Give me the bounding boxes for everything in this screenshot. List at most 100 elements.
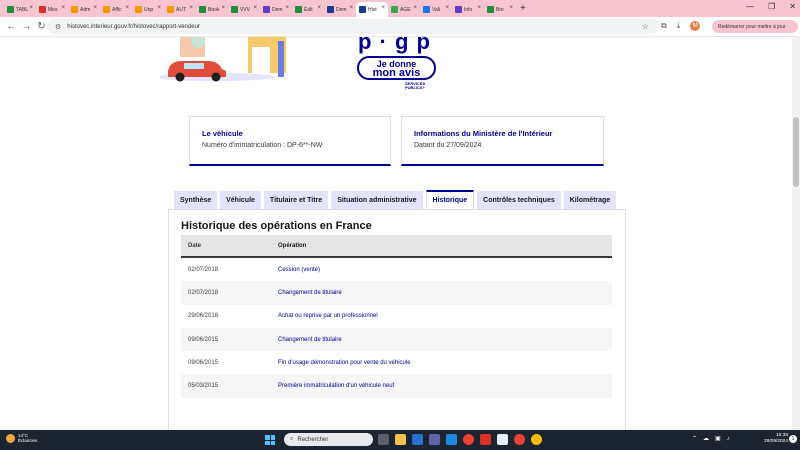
tab-close-icon[interactable]: × <box>253 5 257 11</box>
downloads-icon[interactable]: ⤓ <box>677 21 681 31</box>
tab-label: Bre <box>496 6 504 13</box>
tab-close-icon[interactable]: × <box>189 5 193 11</box>
report-tab[interactable]: Kilométrage <box>563 191 617 209</box>
ministry-card-text: Datant du 27/09/2024 <box>414 142 482 149</box>
browser-tab[interactable]: Affic × <box>100 2 132 17</box>
browser-tab[interactable]: Vali × <box>420 2 452 17</box>
sp-line2: PUBLICS <box>405 85 423 90</box>
tab-close-icon[interactable]: × <box>317 5 321 11</box>
chrome-icon[interactable] <box>463 434 474 445</box>
page-scrollbar[interactable] <box>792 37 800 430</box>
windows-start-icon[interactable] <box>265 435 275 445</box>
taskbar-search[interactable]: ⌕ Rechercher <box>284 433 373 446</box>
browser-tab[interactable]: Mes × <box>36 2 68 17</box>
bookmark-star-icon[interactable]: ☆ <box>642 22 649 31</box>
report-tab[interactable]: Situation administrative <box>331 191 423 209</box>
tab-close-icon[interactable]: × <box>93 5 97 11</box>
forward-icon[interactable]: → <box>19 21 34 32</box>
tab-close-icon[interactable]: × <box>157 5 161 11</box>
table-row: 02/07/2018 Changement de titulaire <box>181 281 612 305</box>
tray-chevron-icon[interactable]: ⌃ <box>692 435 697 442</box>
browser-tab[interactable]: VVV × <box>228 2 260 17</box>
tab-close-icon[interactable]: × <box>221 5 225 11</box>
tab-close-icon[interactable]: × <box>125 5 129 11</box>
history-table: Date Opération 02/07/2018 Cession (vente)… <box>181 235 612 398</box>
tab-label: Vali <box>432 6 440 13</box>
table-row: 02/07/2018 Cession (vente) <box>181 258 612 282</box>
close-window-icon[interactable]: ✕ <box>789 2 796 11</box>
acrobat-icon[interactable] <box>480 434 491 445</box>
weather-desc: Éclaircies <box>18 438 38 443</box>
weather-widget[interactable]: 14°C Éclaircies <box>6 433 37 443</box>
browser-tab-strip: TABL × Mes × Adm × Affic × Unp × AUT × Book × VVV × Dem ×… <box>0 0 800 17</box>
report-tab[interactable]: Contrôles techniques <box>477 191 561 209</box>
browser-tab[interactable]: Édit × <box>292 2 324 17</box>
back-icon[interactable]: ← <box>4 21 19 32</box>
browser-tab[interactable]: AGE × <box>388 2 420 17</box>
system-tray: ⌃ ☁ ▣ ♪ <box>692 435 730 443</box>
report-tab[interactable]: Historique <box>425 190 475 209</box>
browser-tab[interactable]: Dem × <box>260 2 292 17</box>
tab-favicon-icon <box>359 6 366 13</box>
jdma-line2: mon avis <box>372 67 421 79</box>
tab-close-icon[interactable]: × <box>477 5 481 11</box>
history-table-header: Date Opération <box>181 235 612 258</box>
maximize-icon[interactable]: ❐ <box>768 2 775 11</box>
network-icon[interactable]: ▣ <box>715 435 721 442</box>
tab-close-icon[interactable]: × <box>349 5 353 11</box>
browser-tab[interactable]: Book × <box>196 2 228 17</box>
tab-close-icon[interactable]: × <box>61 5 65 11</box>
sp-plus: + <box>422 85 425 90</box>
restart-update-button[interactable]: Redémarrer pour mettre à jour <box>712 20 798 33</box>
browser-tab[interactable]: Info × <box>452 2 484 17</box>
address-bar[interactable]: ⚙ histovec.interieur.gouv.fr/histovec/ra… <box>47 19 659 34</box>
report-tab[interactable]: Synthèse <box>174 191 218 209</box>
tab-favicon-icon <box>71 6 78 13</box>
tab-label: Mes <box>48 6 58 13</box>
je-donne-mon-avis-button[interactable]: Je donne mon avis <box>357 56 436 80</box>
tab-close-icon[interactable]: × <box>509 5 513 11</box>
mail-icon[interactable] <box>412 434 423 445</box>
profile-avatar[interactable]: M <box>690 21 701 31</box>
browser-tab[interactable]: AUT × <box>164 2 196 17</box>
task-view-icon[interactable] <box>378 434 389 445</box>
tab-close-icon[interactable]: × <box>29 5 33 11</box>
browser-tab[interactable]: TABL × <box>4 2 36 17</box>
tab-label: VVV <box>240 6 251 13</box>
vehicle-card: Le véhicule Numéro d'immatriculation : D… <box>189 116 391 166</box>
browser-tab[interactable]: Bre × <box>484 2 516 17</box>
tab-favicon-icon <box>199 6 206 13</box>
browser-tab[interactable]: Adm × <box>68 2 100 17</box>
chrome-icon-2[interactable] <box>514 434 525 445</box>
onedrive-icon[interactable]: ☁ <box>703 435 709 442</box>
chrome-icon-3[interactable] <box>531 434 542 445</box>
report-tab[interactable]: Titulaire et Titre <box>263 191 329 209</box>
tab-favicon-icon <box>391 6 398 13</box>
volume-icon[interactable]: ♪ <box>727 436 730 442</box>
tab-close-icon[interactable]: × <box>445 5 449 11</box>
browser-tab[interactable]: Unp × <box>132 2 164 17</box>
tab-close-icon[interactable]: × <box>285 5 289 11</box>
minimize-icon[interactable]: — <box>746 2 754 11</box>
tab-close-icon[interactable]: × <box>381 5 385 11</box>
scrollbar-thumb[interactable] <box>793 117 799 187</box>
site-info-icon[interactable]: ⚙ <box>55 23 61 31</box>
tab-favicon-icon <box>103 6 110 13</box>
new-tab-icon[interactable]: + <box>520 3 526 14</box>
tab-close-icon[interactable]: × <box>413 5 417 11</box>
word-icon[interactable] <box>497 434 508 445</box>
report-tab[interactable]: Véhicule <box>220 191 261 209</box>
file-explorer-icon[interactable] <box>395 434 406 445</box>
tab-label: AUT <box>176 6 186 13</box>
url-text: histovec.interieur.gouv.fr/histovec/rapp… <box>67 23 200 30</box>
edge-icon[interactable] <box>446 434 457 445</box>
tab-label: Book <box>208 6 220 13</box>
extensions-icon[interactable]: ⧉ <box>661 21 667 31</box>
browser-tab[interactable]: Dem × <box>324 2 356 17</box>
taskbar-clock[interactable]: 15:38 28/09/2024 <box>752 433 788 445</box>
teams-icon[interactable] <box>429 434 440 445</box>
notification-badge[interactable]: 1 <box>789 435 797 443</box>
row-date: 09/06/2015 <box>188 336 219 343</box>
browser-tab[interactable]: Hist × <box>356 2 388 17</box>
vehicle-card-text: Numéro d'immatriculation : DP-6**-NW <box>202 142 323 149</box>
